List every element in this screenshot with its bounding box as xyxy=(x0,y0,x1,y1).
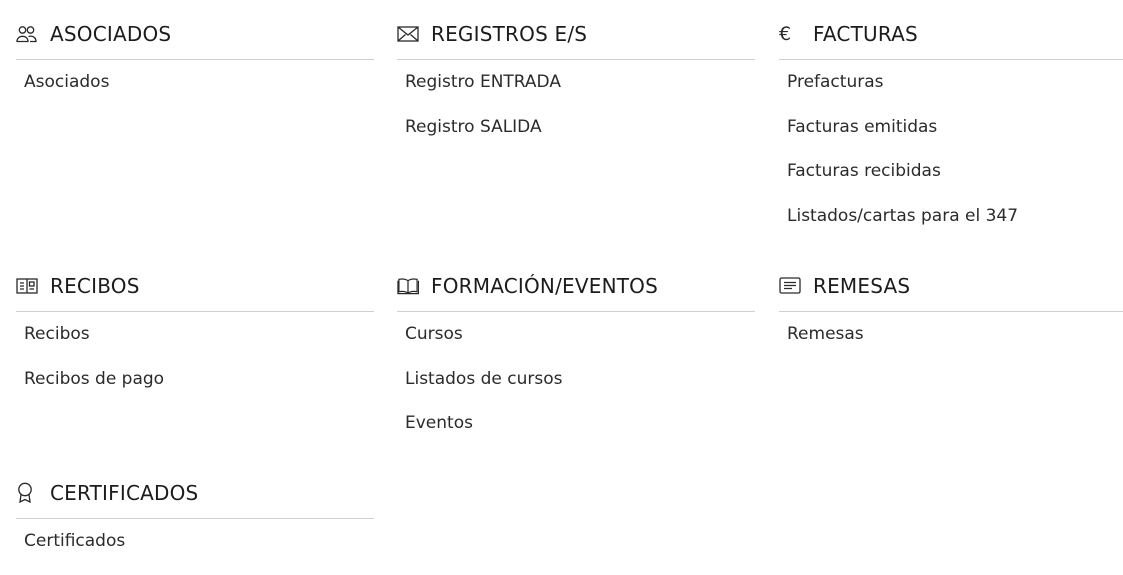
award-ribbon-icon xyxy=(16,482,38,503)
menu-list: Cursos Listados de cursos Eventos xyxy=(397,312,755,446)
menu-item-remesas[interactable]: Remesas xyxy=(779,312,1123,357)
menu-item-facturas-recibidas[interactable]: Facturas recibidas xyxy=(779,149,1123,194)
receipt-icon xyxy=(16,276,38,296)
section-facturas: € FACTURAS Prefacturas Facturas emitidas… xyxy=(779,10,1123,238)
menu-item-registro-salida[interactable]: Registro SALIDA xyxy=(397,105,755,150)
menu-list: Remesas xyxy=(779,312,1123,357)
section-title: REGISTROS E/S xyxy=(431,21,588,46)
section-header: REMESAS xyxy=(779,262,1123,312)
section-title: FORMACIÓN/EVENTOS xyxy=(431,273,659,298)
open-book-icon xyxy=(397,276,419,296)
section-header: FORMACIÓN/EVENTOS xyxy=(397,262,755,312)
section-header: RECIBOS xyxy=(16,262,374,312)
menu-item-certificados[interactable]: Certificados xyxy=(16,519,374,564)
section-title: CERTIFICADOS xyxy=(50,480,199,505)
section-title: RECIBOS xyxy=(50,273,140,298)
euro-icon: € xyxy=(779,22,792,45)
menu-item-recibos-de-pago[interactable]: Recibos de pago xyxy=(16,357,374,402)
section-registros: REGISTROS E/S Registro ENTRADA Registro … xyxy=(397,10,755,149)
menu-list: Registro ENTRADA Registro SALIDA xyxy=(397,60,755,149)
section-header: REGISTROS E/S xyxy=(397,10,755,60)
section-header: CERTIFICADOS xyxy=(16,469,374,519)
menu-item-prefacturas[interactable]: Prefacturas xyxy=(779,60,1123,105)
section-remesas: REMESAS Remesas xyxy=(779,262,1123,357)
document-list-icon xyxy=(779,276,801,296)
menu-list: Certificados xyxy=(16,519,374,564)
menu-item-eventos[interactable]: Eventos xyxy=(397,401,755,446)
section-title: FACTURAS xyxy=(813,21,918,46)
section-title: REMESAS xyxy=(813,273,911,298)
menu-item-registro-entrada[interactable]: Registro ENTRADA xyxy=(397,60,755,105)
section-recibos: RECIBOS Recibos Recibos de pago xyxy=(16,262,374,401)
section-certificados: CERTIFICADOS Certificados xyxy=(16,469,374,564)
menu-item-facturas-emitidas[interactable]: Facturas emitidas xyxy=(779,105,1123,150)
section-header: € FACTURAS xyxy=(779,10,1123,60)
envelope-icon xyxy=(397,24,419,44)
section-header: ASOCIADOS xyxy=(16,10,374,60)
menu-item-recibos[interactable]: Recibos xyxy=(16,312,374,357)
menu-item-listados-de-cursos[interactable]: Listados de cursos xyxy=(397,357,755,402)
section-asociados: ASOCIADOS Asociados xyxy=(16,10,374,105)
users-icon xyxy=(16,24,38,44)
section-formacion-eventos: FORMACIÓN/EVENTOS Cursos Listados de cur… xyxy=(397,262,755,446)
section-title: ASOCIADOS xyxy=(50,21,172,46)
menu-list: Recibos Recibos de pago xyxy=(16,312,374,401)
menu-item-asociados[interactable]: Asociados xyxy=(16,60,374,105)
menu-list: Prefacturas Facturas emitidas Facturas r… xyxy=(779,60,1123,238)
menu-item-cursos[interactable]: Cursos xyxy=(397,312,755,357)
menu-item-listados-347[interactable]: Listados/cartas para el 347 xyxy=(779,194,1123,239)
menu-list: Asociados xyxy=(16,60,374,105)
